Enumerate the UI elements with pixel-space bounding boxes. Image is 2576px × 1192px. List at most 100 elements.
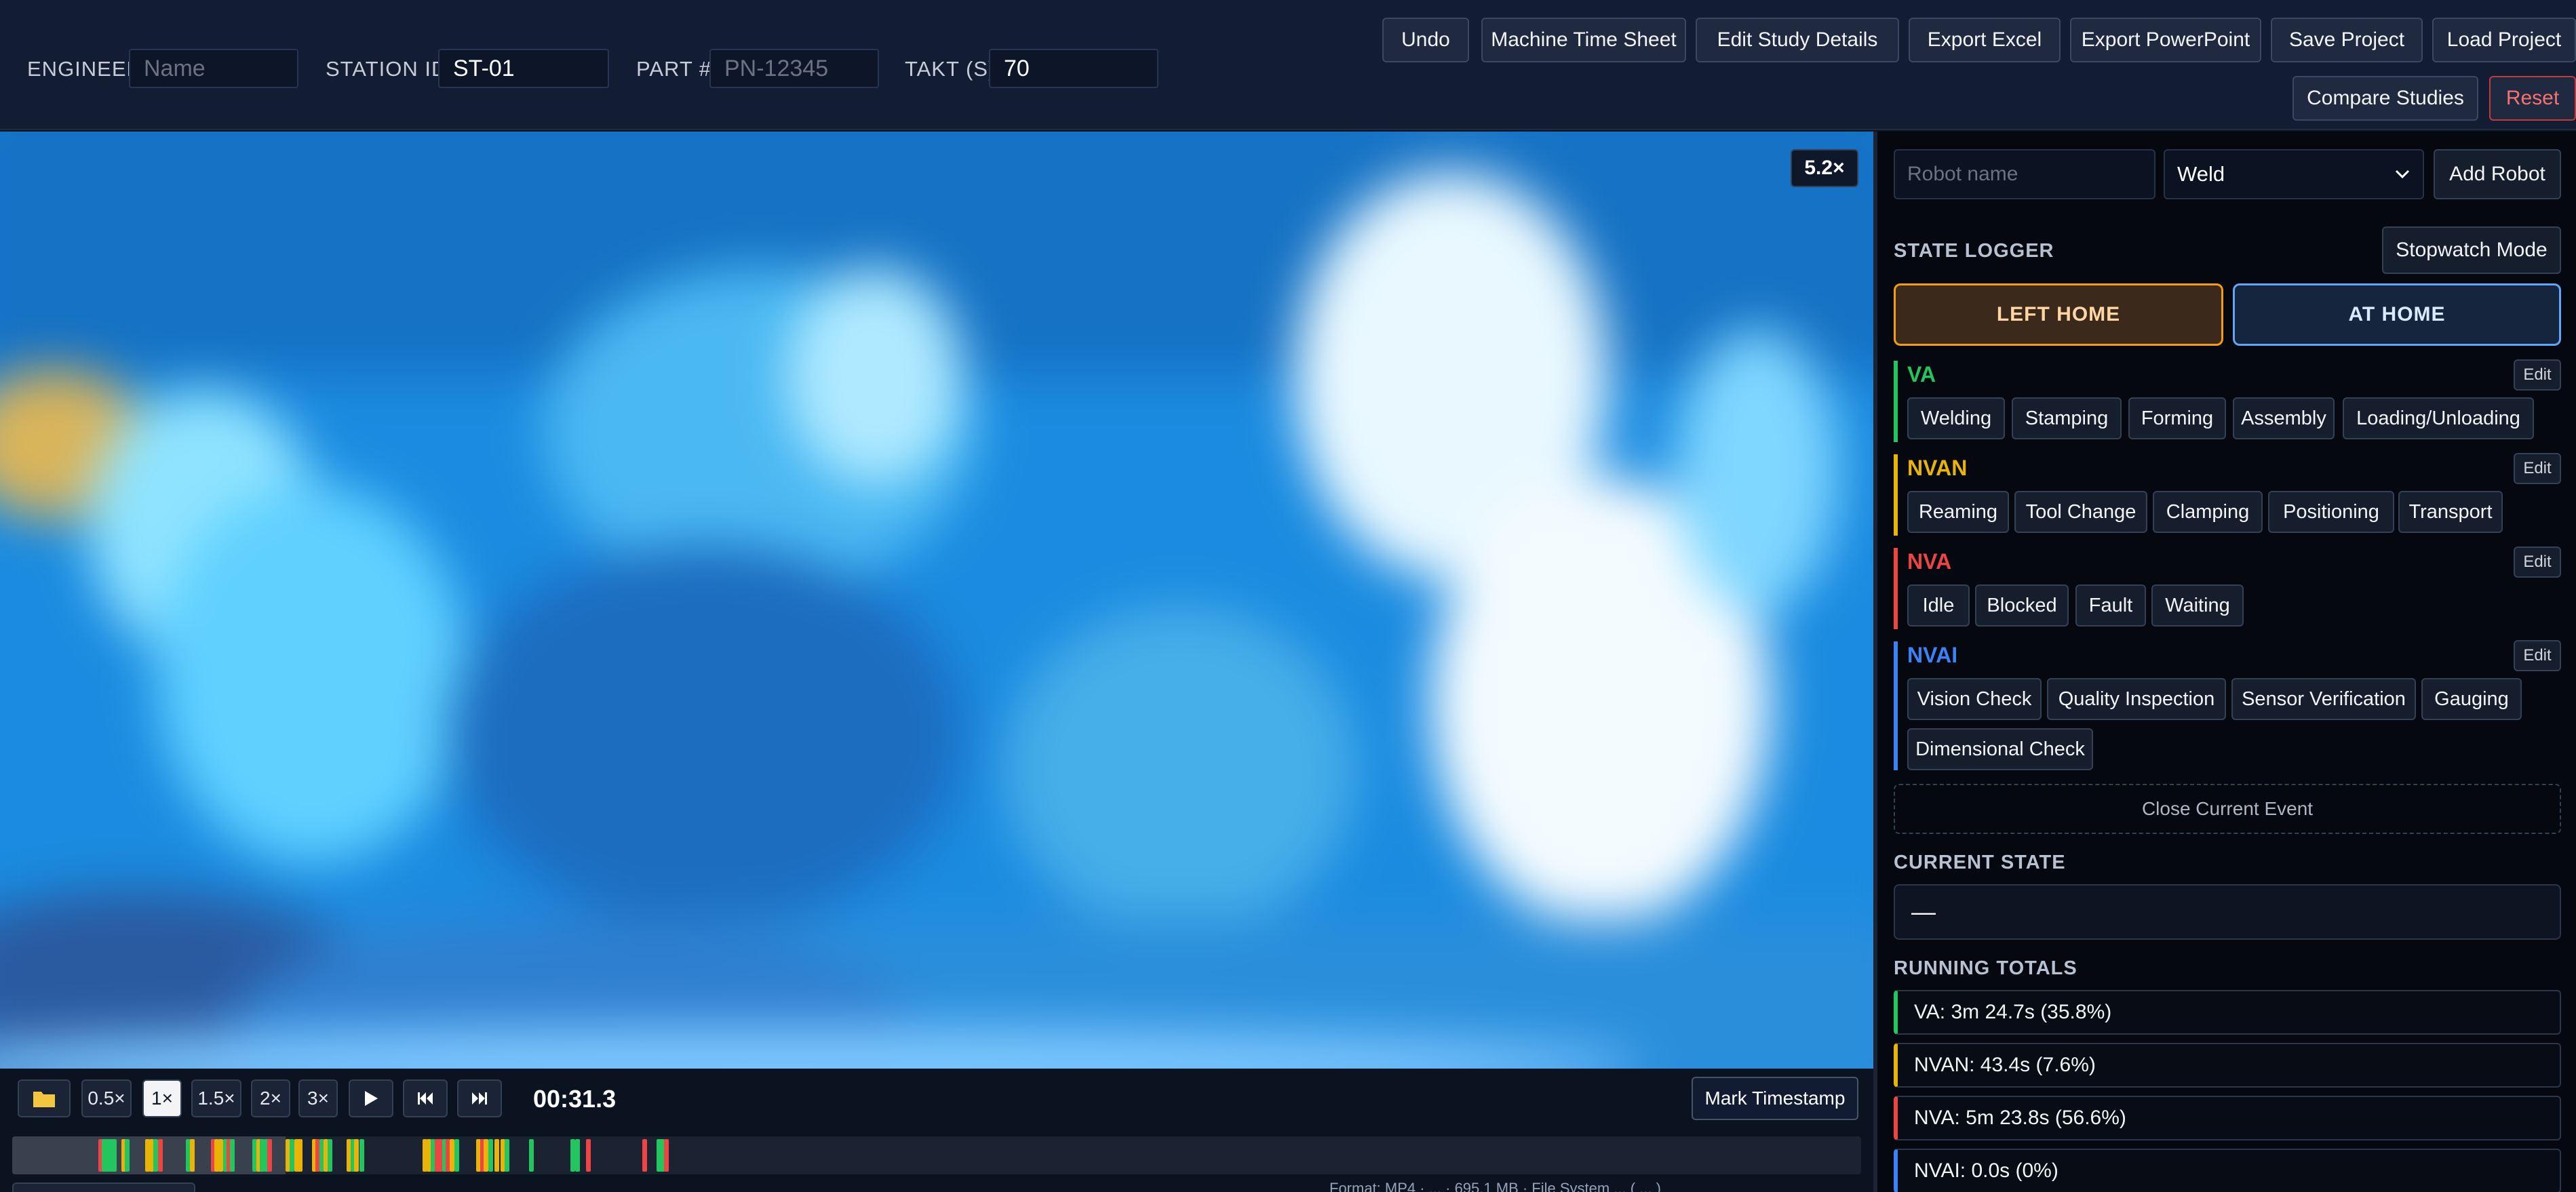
timeline-event-va[interactable] <box>529 1139 534 1172</box>
reset-button[interactable]: Reset <box>2489 76 2576 121</box>
timeline-event-nva[interactable] <box>664 1139 669 1172</box>
timeline-event-nvan[interactable] <box>218 1139 223 1172</box>
part-number-input[interactable] <box>709 49 879 88</box>
chip-blocked[interactable]: Blocked <box>1975 584 2069 627</box>
chip-gauging[interactable]: Gauging <box>2421 678 2522 720</box>
edit-study-details-button[interactable]: Edit Study Details <box>1696 18 1899 62</box>
export-powerpoint-button[interactable]: Export PowerPoint <box>2070 18 2261 62</box>
robot-type-value: Weld <box>2177 162 2225 186</box>
timeline-event-va[interactable] <box>125 1139 130 1172</box>
stopwatch-mode-button[interactable]: Stopwatch Mode <box>2382 226 2561 274</box>
timeline-event-va[interactable] <box>454 1139 459 1172</box>
total-nvan: NVAN: 43.4s (7.6%) <box>1894 1043 2561 1088</box>
timeline-event-va[interactable] <box>328 1139 332 1172</box>
chip-loading-unloading[interactable]: Loading/Unloading <box>2343 397 2534 439</box>
load-project-button[interactable]: Load Project <box>2432 18 2576 62</box>
chevron-down-icon <box>2395 170 2410 179</box>
play-icon <box>365 1091 378 1106</box>
timeline-event-va[interactable] <box>505 1139 509 1172</box>
event-timeline[interactable] <box>12 1136 1861 1174</box>
total-va: VA: 3m 24.7s (35.8%) <box>1894 990 2561 1035</box>
file-info-chip <box>12 1183 195 1192</box>
chip-positioning[interactable]: Positioning <box>2268 491 2394 533</box>
mark-timestamp-button[interactable]: Mark Timestamp <box>1692 1077 1858 1120</box>
export-excel-button[interactable]: Export Excel <box>1909 18 2061 62</box>
timeline-event-va[interactable] <box>570 1139 575 1172</box>
timeline-event-nvan[interactable] <box>484 1139 488 1172</box>
chip-tool-change[interactable]: Tool Change <box>2014 491 2147 533</box>
station-id-input[interactable] <box>438 49 609 88</box>
nvai-edit-button[interactable]: Edit <box>2514 640 2561 671</box>
chip-transport[interactable]: Transport <box>2398 491 2503 533</box>
timeline-event-va[interactable] <box>488 1139 493 1172</box>
speed-0-5x-button[interactable]: 0.5× <box>81 1079 132 1117</box>
speed-2x-button[interactable]: 2× <box>251 1079 290 1117</box>
speed-3x-button[interactable]: 3× <box>298 1079 338 1117</box>
timeline-event-nvan[interactable] <box>298 1139 303 1172</box>
timeline-event-nva[interactable] <box>267 1139 272 1172</box>
chip-fault[interactable]: Fault <box>2075 584 2146 627</box>
timeline-event-nva[interactable] <box>642 1139 647 1172</box>
va-category-bar <box>1894 361 1898 442</box>
top-bar: ENGINEER STATION ID PART # TAKT (S) Undo… <box>0 0 2576 130</box>
skip-back-button[interactable] <box>403 1079 448 1117</box>
nvan-edit-button[interactable]: Edit <box>2514 453 2561 484</box>
chip-idle[interactable]: Idle <box>1907 584 1970 627</box>
station-id-label: STATION ID <box>326 57 448 81</box>
timeline-event-nvan[interactable] <box>354 1139 359 1172</box>
chip-stamping[interactable]: Stamping <box>2012 397 2122 439</box>
nvan-category-bar <box>1894 454 1898 536</box>
save-project-button[interactable]: Save Project <box>2271 18 2423 62</box>
add-robot-button[interactable]: Add Robot <box>2434 149 2561 199</box>
chip-dimensional-check[interactable]: Dimensional Check <box>1907 728 2093 770</box>
timeline-event-va[interactable] <box>575 1139 580 1172</box>
timeline-event-nva[interactable] <box>158 1139 163 1172</box>
timeline-event-nva[interactable] <box>586 1139 591 1172</box>
zoom-level-badge: 5.2× <box>1791 149 1858 187</box>
chip-assembly[interactable]: Assembly <box>2233 397 2335 439</box>
timeline-event-va[interactable] <box>290 1139 294 1172</box>
takt-label: TAKT (S) <box>905 57 996 81</box>
chip-forming[interactable]: Forming <box>2128 397 2226 439</box>
robot-type-select[interactable]: Weld <box>2164 149 2424 199</box>
timecode-display: 00:31.3 <box>533 1085 617 1113</box>
play-button[interactable] <box>349 1079 393 1117</box>
timeline-event-va[interactable] <box>359 1139 364 1172</box>
speed-1x-button[interactable]: 1× <box>142 1079 182 1117</box>
nva-category-bar <box>1894 548 1898 629</box>
current-state-title: CURRENT STATE <box>1894 852 2066 873</box>
nvai-category-title: NVAI <box>1907 643 1958 667</box>
open-file-button[interactable] <box>18 1079 71 1117</box>
skip-forward-button[interactable] <box>457 1079 502 1117</box>
chip-waiting[interactable]: Waiting <box>2151 584 2244 627</box>
skip-back-icon <box>418 1092 433 1105</box>
chip-vision-check[interactable]: Vision Check <box>1907 678 2042 720</box>
timeline-event-nvan[interactable] <box>450 1139 454 1172</box>
chip-reaming[interactable]: Reaming <box>1907 491 2009 533</box>
nva-edit-button[interactable]: Edit <box>2514 547 2561 578</box>
at-home-button[interactable]: AT HOME <box>2233 283 2561 346</box>
robot-name-input[interactable] <box>1894 149 2155 199</box>
va-category-title: VA <box>1907 362 1936 386</box>
speed-1-5x-button[interactable]: 1.5× <box>191 1079 241 1117</box>
machine-time-sheet-button[interactable]: Machine Time Sheet <box>1481 18 1686 62</box>
chip-quality-inspection[interactable]: Quality Inspection <box>2047 678 2226 720</box>
timeline-event-nvan[interactable] <box>494 1139 499 1172</box>
timeline-event-va[interactable] <box>230 1139 235 1172</box>
timeline-event-va[interactable] <box>153 1139 158 1172</box>
close-current-event-button[interactable]: Close Current Event <box>1894 784 2561 834</box>
chip-sensor-verification[interactable]: Sensor Verification <box>2231 678 2416 720</box>
nvai-category-bar <box>1894 641 1898 770</box>
chip-clamping[interactable]: Clamping <box>2153 491 2263 533</box>
timeline-event-va[interactable] <box>112 1139 117 1172</box>
timeline-event-nvan[interactable] <box>190 1139 195 1172</box>
engineer-input[interactable] <box>129 49 298 88</box>
undo-button[interactable]: Undo <box>1382 18 1469 62</box>
compare-studies-button[interactable]: Compare Studies <box>2292 76 2478 121</box>
left-home-button[interactable]: LEFT HOME <box>1894 283 2223 346</box>
video-frame <box>0 132 1873 1069</box>
video-player[interactable]: 5.2× <box>0 132 1873 1069</box>
takt-input[interactable] <box>989 49 1158 88</box>
chip-welding[interactable]: Welding <box>1907 397 2005 439</box>
va-edit-button[interactable]: Edit <box>2514 359 2561 391</box>
